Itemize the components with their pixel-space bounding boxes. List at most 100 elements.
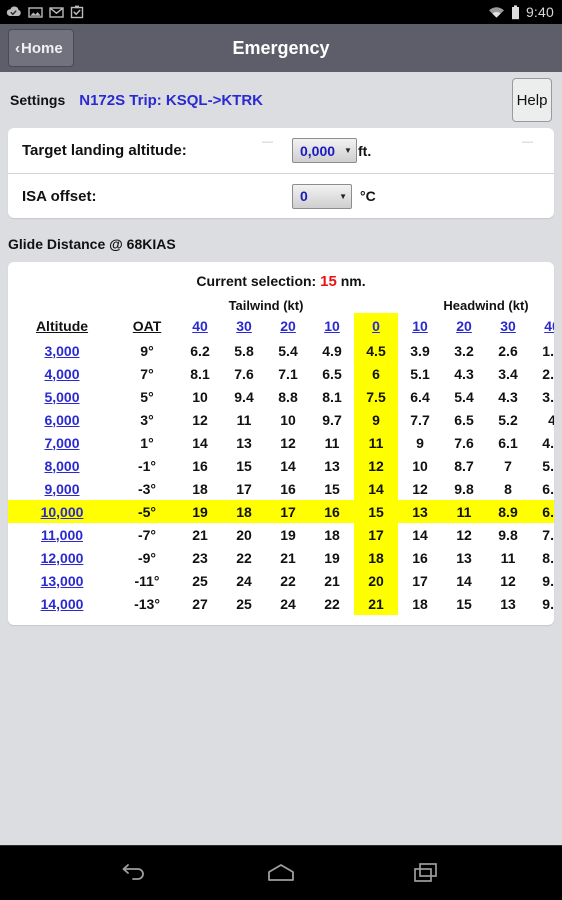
glide-distance-cell: 17 [266, 500, 310, 523]
glide-distance-cell: 12 [456, 526, 472, 543]
glide-distance-cell: 19 [280, 526, 296, 543]
glide-distance-cell: 19 [324, 549, 340, 566]
oat-cell: 5° [140, 388, 154, 405]
trip-link[interactable]: N172S Trip: KSQL->KTRK [79, 92, 263, 109]
altitude-cell[interactable]: 13,000 [8, 569, 116, 592]
glide-distance-cell: 8.7 [454, 457, 474, 474]
header-wind-40-head[interactable]: 40 [530, 313, 554, 339]
table-row: 12,000 -9° 23 22 21 19 18 16 13 11 8.4 [8, 546, 554, 569]
glide-distance-table: Tailwind (kt) Headwind (kt) Altitude OAT… [8, 291, 554, 615]
oat-cell: -7° [137, 526, 157, 543]
header-wind-40-tail[interactable]: 40 [178, 313, 222, 339]
glide-distance-cell: 9.2 [542, 572, 554, 589]
altitude-link: 14,000 [40, 595, 84, 612]
glide-distance-cell: 11 [442, 500, 486, 523]
altitude-cell[interactable]: 14,000 [8, 592, 116, 615]
glide-distance-cell: 15 [354, 500, 398, 523]
isa-offset-dropdown[interactable]: 0 ▼ [292, 183, 352, 209]
home-icon[interactable] [264, 861, 298, 885]
oat-cell: -1° [137, 457, 157, 474]
glide-distance-cell: 14 [456, 572, 472, 589]
home-button[interactable]: ‹ Home [8, 29, 74, 67]
glide-distance-cell: 14 [280, 457, 296, 474]
glide-distance-cell: 25 [192, 572, 208, 589]
glide-distance-cell: 8.9 [486, 500, 530, 523]
table-row: 13,000 -11° 25 24 22 21 20 17 14 12 9.2 [8, 569, 554, 592]
isa-offset-unit: °C [360, 188, 376, 204]
clipboard-check-icon [70, 5, 84, 19]
glide-distance-cell: 7 [504, 457, 512, 474]
glide-distance-cell: 12 [192, 411, 208, 428]
glide-distance-cell: 4.5 [354, 339, 398, 362]
table-row: 9,000 -3° 18 17 16 15 14 12 9.8 8 6.1 [8, 477, 554, 500]
table-header-row: Altitude OAT 40 30 20 10 0 10 20 30 40 [8, 313, 554, 339]
glide-distance-cell: 5.8 [234, 342, 254, 359]
header-wind-0[interactable]: 0 [354, 313, 398, 339]
glide-distance-cell: 2.6 [498, 342, 518, 359]
device-screen: 9:40 ‹ Home Emergency Settings N172S Tri… [0, 0, 562, 900]
altitude-cell[interactable]: 9,000 [8, 477, 116, 500]
glide-distance-cell: 8.4 [542, 549, 554, 566]
header-wind-10-tail[interactable]: 10 [310, 313, 354, 339]
current-selection-line: Current selection: 15 nm. [8, 270, 554, 291]
back-arrow-icon[interactable] [118, 861, 152, 885]
header-oat[interactable]: OAT [116, 313, 178, 339]
glide-distance-cell: 15 [324, 480, 340, 497]
altitude-cell[interactable]: 11,000 [8, 523, 116, 546]
glide-distance-cell: 27 [192, 595, 208, 612]
isa-offset-row: ISA offset: 0 ▼ °C [8, 173, 554, 218]
glide-distance-cell: 1.9 [542, 342, 554, 359]
glide-distance-cell: 18 [324, 526, 340, 543]
settings-card: Target landing altitude: — — 0,000 ▼ ft.… [8, 128, 554, 218]
header-wind-20-head[interactable]: 20 [442, 313, 486, 339]
glide-distance-cell: 20 [236, 526, 252, 543]
altitude-link: 3,000 [44, 342, 80, 359]
oat-cell: 1° [140, 434, 154, 451]
glide-distance-cell: 7.6 [454, 434, 474, 451]
header-wind-30-head[interactable]: 30 [486, 313, 530, 339]
target-landing-altitude-row: Target landing altitude: — — 0,000 ▼ ft. [8, 128, 554, 173]
glide-distance-cell: 7.6 [234, 365, 254, 382]
glide-distance-cell: 6.1 [498, 434, 518, 451]
altitude-cell[interactable]: 4,000 [8, 362, 116, 385]
target-landing-altitude-value: 0,000 [300, 142, 336, 159]
glide-distance-cell: 10 [280, 411, 296, 428]
table-row: 4,000 7° 8.1 7.6 7.1 6.5 6 5.1 4.3 3.4 2.6 [8, 362, 554, 385]
glide-distance-cell: 18 [354, 546, 398, 569]
glide-distance-cell: 17 [236, 480, 252, 497]
altitude-cell[interactable]: 6,000 [8, 408, 116, 431]
altitude-cell[interactable]: 3,000 [8, 339, 116, 362]
header-wind-10-head[interactable]: 10 [398, 313, 442, 339]
headwind-label: Headwind (kt) [443, 298, 529, 313]
glide-distance-cell: 9 [354, 408, 398, 431]
help-button[interactable]: Help [512, 78, 552, 122]
altitude-cell[interactable]: 10,000 [8, 500, 116, 523]
header-altitude[interactable]: Altitude [8, 313, 116, 339]
glide-distance-cell: 13 [456, 549, 472, 566]
altitude-cell[interactable]: 7,000 [8, 431, 116, 454]
glide-distance-cell: 5.1 [410, 365, 430, 382]
glide-distance-cell: 5.4 [278, 342, 298, 359]
glide-distance-cell: 12 [500, 572, 516, 589]
recent-apps-icon[interactable] [410, 861, 444, 885]
altitude-cell[interactable]: 12,000 [8, 546, 116, 569]
altitude-link: 4,000 [44, 365, 80, 382]
settings-bar: Settings N172S Trip: KSQL->KTRK Help [0, 72, 562, 128]
target-landing-altitude-dropdown[interactable]: 0,000 ▼ [292, 138, 357, 163]
glide-distance-cell: 6.4 [410, 388, 430, 405]
header-wind-30-tail[interactable]: 30 [222, 313, 266, 339]
glide-distance-cell: 21 [354, 592, 398, 615]
glide-distance-cell: 9.8 [498, 526, 518, 543]
altitude-cell[interactable]: 5,000 [8, 385, 116, 408]
glide-distance-cell: 4.3 [498, 388, 518, 405]
glide-distance-cell: 3.3 [542, 388, 554, 405]
altitude-cell[interactable]: 8,000 [8, 454, 116, 477]
altitude-link: 8,000 [44, 457, 80, 474]
table-row: 14,000 -13° 27 25 24 22 21 18 15 13 9.9 [8, 592, 554, 615]
isa-offset-label: ISA offset: [22, 187, 97, 205]
isa-offset-value: 0 [300, 188, 308, 204]
header-wind-20-tail[interactable]: 20 [266, 313, 310, 339]
glide-distance-cell: 18 [412, 595, 428, 612]
glide-distance-cell: 6.5 [454, 411, 474, 428]
glide-distance-cell: 5.4 [454, 388, 474, 405]
